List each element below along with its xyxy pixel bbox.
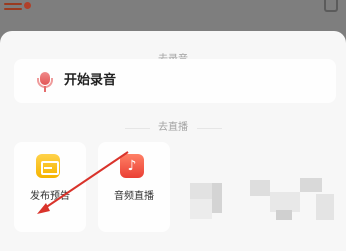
live-divider: 去直播 xyxy=(0,120,346,136)
publish-preview-label: 发布预告 xyxy=(30,191,70,202)
mosaic-block xyxy=(212,183,222,213)
mosaic-block xyxy=(316,194,334,220)
mosaic-block xyxy=(250,180,270,196)
music-note-icon: ♪ xyxy=(120,154,144,178)
top-right-icon xyxy=(324,0,338,12)
mosaic-block xyxy=(276,210,292,220)
notification-dot xyxy=(24,2,31,9)
live-divider-label: 去直播 xyxy=(158,122,188,133)
mosaic-block xyxy=(300,178,322,192)
audio-live-label: 音频直播 xyxy=(114,191,154,202)
microphone-icon xyxy=(36,72,54,94)
publish-preview-tile[interactable]: 发布预告 xyxy=(14,142,86,232)
mosaic-block xyxy=(190,183,212,199)
start-recording-button[interactable]: 开始录音 xyxy=(14,59,336,103)
mosaic-block xyxy=(190,199,212,219)
menu-icon xyxy=(4,3,22,13)
mosaic-block xyxy=(270,192,300,212)
schedule-briefcase-icon xyxy=(36,154,60,178)
start-recording-label: 开始录音 xyxy=(64,73,117,88)
audio-live-tile[interactable]: ♪ 音频直播 xyxy=(98,142,170,232)
